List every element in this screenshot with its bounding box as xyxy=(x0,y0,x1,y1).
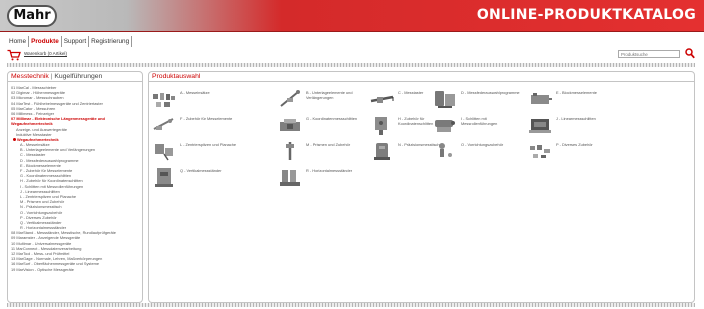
product-label[interactable]: Q - Vertikalmessständer xyxy=(180,168,240,173)
product-label[interactable]: I - Schlitten mit Messrollenführungen xyxy=(461,116,521,126)
product-label[interactable]: A - Messeinsätze xyxy=(180,90,240,95)
product-label[interactable]: G - Koordinatenmessschlitten xyxy=(306,116,366,121)
category-panel: Messtechnik | Kugelführungen 01 MarCal -… xyxy=(7,71,143,303)
ruler-divider-bottom xyxy=(7,303,695,307)
product-card[interactable]: Q - Vertikalmessständer xyxy=(151,165,241,191)
misc-accessory-icon[interactable] xyxy=(527,139,553,163)
product-label[interactable]: L - Zentrierspitzen und Planache xyxy=(180,142,240,147)
product-label[interactable]: P - Diverses Zubehör xyxy=(556,142,616,147)
catalog-title: ONLINE-PRODUKTKATALOG xyxy=(476,7,696,23)
product-label[interactable]: O - Vorrichtungszubehör xyxy=(461,142,521,147)
category-tree: 01 MarCal - Messschieber 02 Digimar - Höh… xyxy=(8,82,142,272)
block-element-icon[interactable] xyxy=(527,87,553,111)
product-card[interactable]: O - Vorrichtungszubehör xyxy=(432,139,522,165)
product-card[interactable]: I - Schlitten mit Messrollenführungen xyxy=(432,113,522,139)
tree-item-label: 19 MarVision - Optische Messgeräte xyxy=(11,266,74,272)
product-label[interactable]: R - Horizontalmessständer xyxy=(306,168,366,173)
element-accessory-icon[interactable] xyxy=(151,113,177,137)
nav-registrierung[interactable]: Registrierung xyxy=(89,36,133,47)
product-card[interactable]: B - Unterlageelemente und Verlängerungen xyxy=(277,87,367,113)
roller-slide-icon[interactable] xyxy=(432,113,458,137)
search-icon[interactable] xyxy=(685,48,695,59)
header-separator: | xyxy=(50,73,53,80)
linear-slide-icon[interactable] xyxy=(527,113,553,137)
vertical-stand-icon[interactable] xyxy=(151,165,177,189)
header-bar: Mahr ONLINE-PRODUKTKATALOG xyxy=(0,0,704,32)
product-label[interactable]: E - Blockmesselemente xyxy=(556,90,616,95)
tree-item[interactable]: 19 MarVision - Optische Messgeräte xyxy=(11,267,139,272)
extension-element-icon[interactable] xyxy=(277,87,303,111)
nav-home[interactable]: Home xyxy=(7,36,30,47)
product-card[interactable]: R - Horizontalmessständer xyxy=(277,165,367,191)
product-card[interactable]: E - Blockmesselemente xyxy=(527,87,617,113)
product-label[interactable]: M - Prismen und Zubehör xyxy=(306,142,366,147)
slide-accessory-icon[interactable] xyxy=(369,113,395,137)
product-panel-header: Produktauswahl xyxy=(149,72,694,82)
fixture-accessory-icon[interactable] xyxy=(432,139,458,163)
product-card[interactable]: P - Diverses Zubehör xyxy=(527,139,617,165)
category-title[interactable]: Messtechnik xyxy=(11,73,49,80)
prism-icon[interactable] xyxy=(277,139,303,163)
ruler-divider-top xyxy=(7,63,695,67)
measuring-insert-icon[interactable] xyxy=(151,87,177,111)
product-label[interactable]: F - Zubehör für Messelemente xyxy=(180,116,240,121)
product-card[interactable]: D - Messfederauswahlprogramme xyxy=(432,87,522,113)
product-card[interactable]: G - Koordinatenmessschlitten xyxy=(277,113,367,139)
category-subtitle[interactable]: Kugelführungen xyxy=(54,73,102,80)
product-label[interactable]: D - Messfederauswahlprogramme xyxy=(461,90,521,95)
main-nav: Home Produkte Support Registrierung xyxy=(7,36,133,47)
active-bullet-icon xyxy=(13,138,16,142)
product-search-input[interactable] xyxy=(618,50,680,58)
mahr-logo[interactable]: Mahr xyxy=(7,5,57,27)
horizontal-stand-icon[interactable] xyxy=(277,165,303,189)
probe-icon[interactable] xyxy=(369,87,395,111)
nav-support[interactable]: Support xyxy=(62,36,90,47)
centre-point-icon[interactable] xyxy=(151,139,177,163)
measuring-table-icon[interactable] xyxy=(369,139,395,163)
product-card[interactable]: L - Zentrierspitzen und Planache xyxy=(151,139,241,165)
page: Mahr ONLINE-PRODUKTKATALOG Home Produkte… xyxy=(0,0,704,309)
product-card[interactable]: F - Zubehör für Messelemente xyxy=(151,113,241,139)
coordinate-slide-icon[interactable] xyxy=(277,113,303,137)
category-panel-header: Messtechnik | Kugelführungen xyxy=(8,72,142,82)
product-card[interactable]: J - Linearmessschlitten xyxy=(527,113,617,139)
cart-link[interactable]: Warenkorb (0 Artikel) xyxy=(24,51,67,56)
toolbar: Warenkorb (0 Artikel) xyxy=(7,48,695,62)
nav-produkte[interactable]: Produkte xyxy=(29,36,62,47)
product-label[interactable]: J - Linearmessschlitten xyxy=(556,116,616,121)
product-label[interactable]: B - Unterlageelemente und Verlängerungen xyxy=(306,90,366,100)
spring-set-icon[interactable] xyxy=(432,87,458,111)
product-card[interactable]: A - Messeinsätze xyxy=(151,87,241,113)
shopping-cart-icon[interactable] xyxy=(7,49,21,61)
product-selection-panel: Produktauswahl A - Messeinsätze B - Unter… xyxy=(148,71,695,303)
product-panel-title: Produktauswahl xyxy=(152,73,201,80)
product-card[interactable]: M - Prismen und Zubehör xyxy=(277,139,367,165)
